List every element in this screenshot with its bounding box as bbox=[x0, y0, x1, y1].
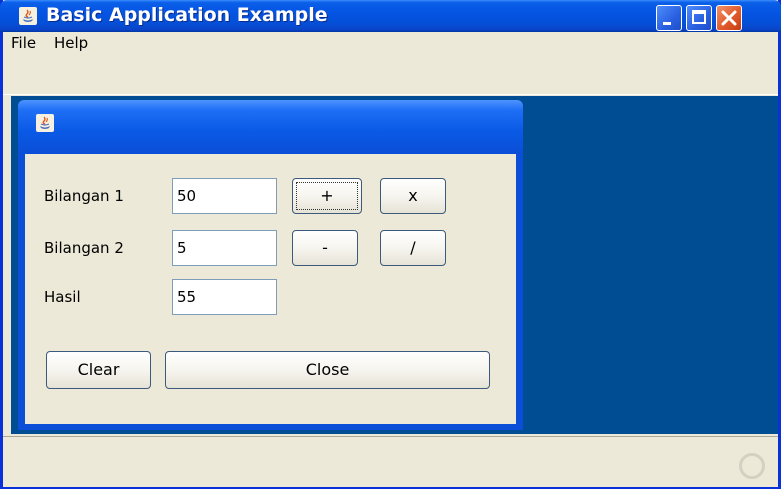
status-bar bbox=[3, 436, 778, 487]
close-icon bbox=[721, 10, 737, 26]
multiply-button[interactable]: x bbox=[380, 178, 446, 214]
java-coffee-icon bbox=[19, 7, 37, 25]
close-button[interactable] bbox=[716, 5, 742, 31]
title-bar[interactable]: Basic Application Example bbox=[0, 0, 781, 32]
add-button[interactable]: + bbox=[292, 178, 362, 214]
minimize-button[interactable] bbox=[656, 5, 682, 31]
busy-indicator-icon bbox=[739, 453, 765, 479]
divide-button[interactable]: / bbox=[380, 230, 446, 266]
maximize-icon bbox=[692, 10, 706, 24]
maximize-button[interactable] bbox=[686, 5, 712, 31]
calculator-panel: Bilangan 1 50 + x Bilangan 2 5 - / Hasil… bbox=[25, 154, 516, 424]
application-window: Basic Application Example File Help Bila… bbox=[0, 0, 781, 489]
bilangan1-field[interactable]: 50 bbox=[172, 178, 277, 214]
divide-button-label: / bbox=[410, 238, 416, 257]
close-frame-button[interactable]: Close bbox=[165, 351, 490, 389]
window-title: Basic Application Example bbox=[46, 4, 328, 26]
internal-frame-title-bar[interactable] bbox=[18, 100, 523, 152]
bilangan1-label: Bilangan 1 bbox=[44, 187, 124, 205]
java-coffee-icon bbox=[36, 114, 54, 132]
close-frame-button-label: Close bbox=[305, 360, 350, 379]
menu-file[interactable]: File bbox=[11, 32, 36, 54]
multiply-button-label: x bbox=[408, 186, 418, 205]
menu-help[interactable]: Help bbox=[54, 32, 88, 54]
hasil-label: Hasil bbox=[44, 288, 81, 306]
minimize-icon bbox=[663, 22, 671, 25]
clear-button[interactable]: Clear bbox=[46, 351, 151, 389]
bilangan2-field[interactable]: 5 bbox=[172, 230, 277, 266]
subtract-button-label: - bbox=[322, 238, 328, 257]
menu-bar bbox=[3, 32, 778, 95]
internal-frame: Bilangan 1 50 + x Bilangan 2 5 - / Hasil… bbox=[18, 100, 523, 430]
bilangan2-label: Bilangan 2 bbox=[44, 239, 124, 257]
hasil-field[interactable]: 55 bbox=[172, 279, 277, 315]
add-button-label: + bbox=[320, 186, 334, 205]
subtract-button[interactable]: - bbox=[292, 230, 358, 266]
clear-button-label: Clear bbox=[77, 360, 120, 379]
